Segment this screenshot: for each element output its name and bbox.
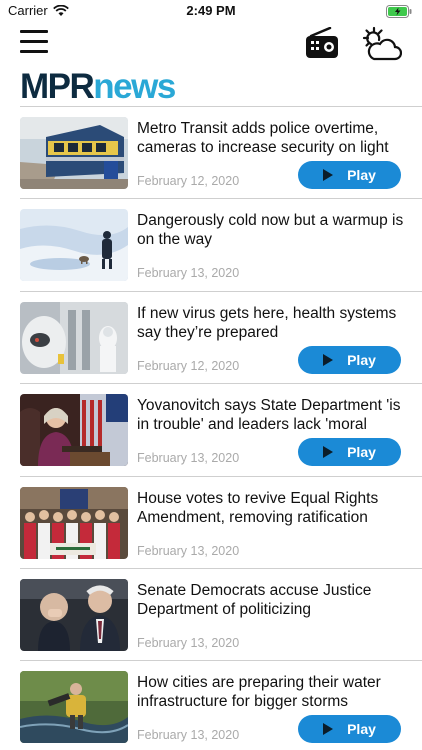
story-item[interactable]: Dangerously cold now but a warmup is on …	[20, 199, 422, 290]
story-item[interactable]: If new virus gets here, health systems s…	[20, 292, 422, 383]
play-button[interactable]: Play	[298, 345, 401, 374]
app-top-bar	[0, 22, 422, 68]
battery-charging-icon	[386, 5, 412, 23]
play-button[interactable]: Play	[298, 161, 401, 189]
story-headline[interactable]: Dangerously cold now but a warmup is on …	[137, 211, 407, 249]
story-thumbnail	[20, 578, 128, 651]
status-time: 2:49 PM	[186, 3, 236, 18]
logo-mpr: MPR	[20, 67, 95, 106]
story-date: February 12, 2020	[137, 358, 240, 373]
story-item[interactable]: Yovanovitch says State Department 'is in…	[20, 384, 422, 475]
play-icon	[323, 353, 334, 366]
play-label: Play	[347, 721, 376, 738]
status-bar: Carrier 2:49 PM	[0, 0, 422, 22]
story-headline[interactable]: Senate Democrats accuse Justice Departme…	[137, 581, 407, 619]
story-thumbnail	[20, 486, 128, 559]
story-date: February 13, 2020	[137, 543, 240, 558]
play-label: Play	[347, 351, 376, 368]
play-button[interactable]: Play	[298, 715, 401, 744]
story-headline[interactable]: If new virus gets here, health systems s…	[137, 304, 407, 342]
story-date: February 12, 2020	[137, 174, 240, 188]
play-icon	[323, 446, 334, 459]
story-item[interactable]: House votes to revive Equal Rights Amend…	[20, 477, 422, 568]
play-label: Play	[347, 444, 376, 461]
logo-news: news	[93, 67, 176, 106]
radio-icon[interactable]	[305, 26, 339, 64]
play-button[interactable]: Play	[298, 438, 401, 467]
story-headline[interactable]: How cities are preparing their water inf…	[137, 673, 407, 711]
story-headline[interactable]: Yovanovitch says State Department 'is in…	[137, 396, 407, 434]
story-thumbnail	[20, 117, 128, 189]
story-feed: Metro Transit adds police overtime, came…	[20, 106, 422, 750]
story-date: February 13, 2020	[137, 728, 240, 743]
story-item[interactable]: How cities are preparing their water inf…	[20, 661, 422, 750]
story-date: February 13, 2020	[137, 266, 240, 281]
play-label: Play	[347, 167, 376, 183]
play-icon	[323, 723, 334, 736]
story-thumbnail	[20, 209, 128, 282]
story-headline[interactable]: House votes to revive Equal Rights Amend…	[137, 489, 407, 527]
story-item[interactable]: Senate Democrats accuse Justice Departme…	[20, 569, 422, 660]
hamburger-menu-icon[interactable]	[20, 30, 48, 56]
story-date: February 13, 2020	[137, 635, 240, 650]
story-date: February 13, 2020	[137, 451, 240, 466]
story-thumbnail	[20, 394, 128, 467]
story-thumbnail	[20, 301, 128, 374]
story-thumbnail	[20, 671, 128, 744]
weather-icon[interactable]	[360, 26, 403, 67]
story-item[interactable]: Metro Transit adds police overtime, came…	[20, 107, 422, 198]
play-icon	[323, 169, 334, 181]
mpr-news-logo: MPRnews	[20, 67, 176, 106]
story-headline[interactable]: Metro Transit adds police overtime, came…	[137, 119, 407, 157]
